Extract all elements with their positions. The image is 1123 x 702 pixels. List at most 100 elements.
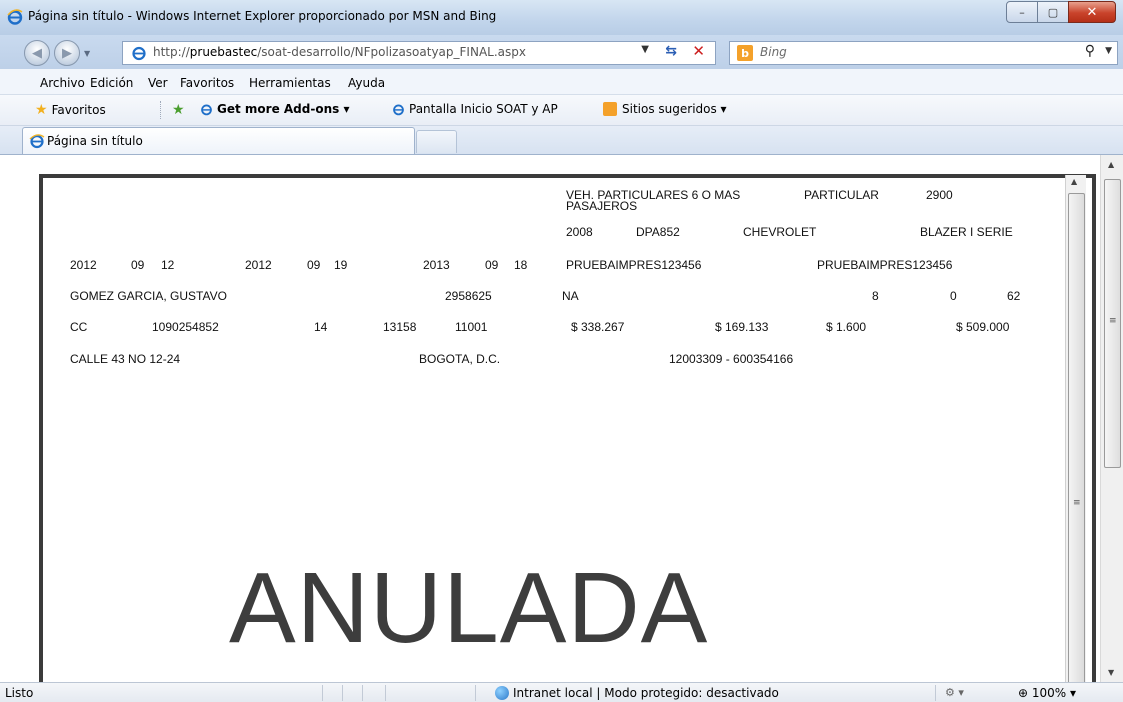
bing-icon: b <box>737 45 753 61</box>
grip-icon: ≡ <box>1109 316 1117 326</box>
end-day: 18 <box>514 258 528 272</box>
start-month: 09 <box>131 258 145 272</box>
doc-type: CC <box>70 320 88 334</box>
sitios-sugeridos-label: Sitios sugeridos ▾ <box>622 102 727 116</box>
maximize-icon: ▢ <box>1047 5 1059 19</box>
issue-year: 2012 <box>245 258 272 272</box>
minimize-icon: – <box>1019 5 1025 19</box>
page-scrollbar[interactable]: ▲ ≡ ▼ <box>1100 155 1123 682</box>
back-button[interactable]: ◀ <box>24 40 50 66</box>
status-divider <box>935 685 936 701</box>
issue-day: 19 <box>334 258 348 272</box>
window-title: Página sin título - Windows Internet Exp… <box>28 9 497 23</box>
page-content: ▲ ≡ VEH. PARTICULARES 6 O MAS PASAJEROS … <box>17 155 1100 682</box>
url-scheme: http:// <box>153 45 190 59</box>
page-scroll-down-icon[interactable]: ▼ <box>1108 668 1114 677</box>
favorites-button[interactable]: ★ Favoritos <box>35 102 106 118</box>
add-to-favorites-bar-button[interactable]: ★ <box>172 102 187 118</box>
status-divider <box>475 685 476 701</box>
contribution-amount: $ 169.133 <box>715 320 769 334</box>
tab-pagina-sin-titulo[interactable]: Página sin título <box>22 127 415 154</box>
status-text: Listo <box>5 686 34 700</box>
protected-mode-icon[interactable]: ⚙ ▾ <box>945 686 964 699</box>
passenger-count: 8 <box>872 289 879 303</box>
holder-phone: 2958625 <box>445 289 492 303</box>
prima-amount: $ 338.267 <box>571 320 625 334</box>
search-placeholder[interactable]: Bing <box>760 45 787 59</box>
menu-favoritos[interactable]: Favoritos <box>180 76 234 90</box>
code-1: 14 <box>314 320 328 334</box>
document-scrollbar[interactable]: ▲ ≡ <box>1065 175 1086 682</box>
status-divider <box>385 685 386 701</box>
menu-herramientas[interactable]: Herramientas <box>249 76 331 90</box>
forward-arrow-icon: ▶ <box>62 45 72 61</box>
menu-archivo[interactable]: Archivo <box>40 76 85 90</box>
refresh-icon[interactable]: ⇆ <box>665 43 677 59</box>
internet-explorer-icon <box>7 9 23 25</box>
zoom-control[interactable]: ⊕ 100% ▾ <box>1018 686 1076 700</box>
close-icon: ✕ <box>1086 4 1098 20</box>
vehicle-brand: CHEVROLET <box>743 225 817 239</box>
search-options-dropdown-icon[interactable]: ▼ <box>1105 46 1112 56</box>
reference-number: 12003309 - 600354166 <box>669 352 794 366</box>
total-amount: $ 509.000 <box>956 320 1010 334</box>
anulada-stamp: ANULADA <box>229 552 709 664</box>
menu-edicion[interactable]: Edición <box>90 76 133 90</box>
pantalla-inicio-link[interactable]: Pantalla Inicio SOAT y AP <box>392 102 558 116</box>
page-scroll-thumb[interactable]: ≡ <box>1104 179 1121 468</box>
suggested-sites-icon <box>603 102 617 116</box>
status-divider <box>362 685 363 701</box>
holder-city: BOGOTA, D.C. <box>419 352 501 366</box>
page-scroll-up-icon[interactable]: ▲ <box>1108 160 1114 169</box>
security-zone[interactable]: Intranet local | Modo protegido: desacti… <box>495 686 779 700</box>
ie-page-icon <box>201 104 212 115</box>
forward-button[interactable]: ▶ <box>54 40 80 66</box>
menu-ver[interactable]: Ver <box>148 76 168 90</box>
tab-label: Página sin título <box>47 134 143 148</box>
close-button[interactable]: ✕ <box>1068 1 1116 23</box>
issue-month: 09 <box>307 258 321 272</box>
code-value: 62 <box>1007 289 1021 303</box>
get-more-addons-label: Get more Add-ons ▾ <box>217 102 350 116</box>
code-3: 11001 <box>455 320 488 334</box>
address-url[interactable]: http://pruebastec/soat-desarrollo/NFpoli… <box>153 45 526 59</box>
pantalla-inicio-label: Pantalla Inicio SOAT y AP <box>409 102 558 116</box>
url-path: /soat-desarrollo/NFpolizasoatyap_FINAL.a… <box>257 45 526 59</box>
end-month: 09 <box>485 258 499 272</box>
ie-window: Página sin título - Windows Internet Exp… <box>0 0 1123 702</box>
chassis-number: PRUEBAIMPRES123456 <box>566 258 702 272</box>
document-scroll-thumb[interactable]: ≡ <box>1068 193 1085 682</box>
maximize-button[interactable]: ▢ <box>1037 1 1069 23</box>
tab-page-icon <box>29 133 45 149</box>
favorites-separator <box>160 101 162 119</box>
holder-address: CALLE 43 NO 12-24 <box>70 352 181 366</box>
service-type: PARTICULAR <box>804 188 879 202</box>
ie-page-icon <box>393 104 404 115</box>
doc-number: 1090254852 <box>152 320 219 334</box>
sitios-sugeridos-link[interactable]: Sitios sugeridos ▾ <box>603 102 727 116</box>
address-row: ◀ ▶ ▼ http://pruebastec/soat-desarrollo/… <box>0 35 1123 69</box>
tasa-amount: $ 1.600 <box>826 320 867 334</box>
motor-number: PRUEBAIMPRES123456 <box>817 258 953 272</box>
status-bar: Listo Intranet local | Modo protegido: d… <box>0 682 1123 702</box>
menu-ayuda[interactable]: Ayuda <box>348 76 385 90</box>
address-bar[interactable]: http://pruebastec/soat-desarrollo/NFpoli… <box>122 41 716 65</box>
get-more-addons-link[interactable]: Get more Add-ons ▾ <box>200 102 349 116</box>
address-dropdown-icon[interactable]: ▼ <box>641 44 649 55</box>
holder-name: GOMEZ GARCIA, GUSTAVO <box>70 289 227 303</box>
zoom-level: 100% <box>1031 686 1067 700</box>
code-2: 13158 <box>383 320 417 334</box>
new-tab-button[interactable] <box>416 130 457 153</box>
page-icon <box>131 45 147 61</box>
search-box[interactable]: b Bing ⚲ ▼ <box>729 41 1118 65</box>
vehicle-plate: DPA852 <box>636 225 680 239</box>
tab-row: Página sin título <box>0 126 1123 155</box>
history-dropdown-icon[interactable]: ▼ <box>84 49 90 58</box>
stop-icon[interactable]: ✕ <box>692 42 705 60</box>
search-icon[interactable]: ⚲ <box>1085 43 1095 59</box>
status-divider <box>322 685 323 701</box>
minimize-button[interactable]: – <box>1006 1 1038 23</box>
start-day: 12 <box>161 258 175 272</box>
scroll-up-icon[interactable]: ▲ <box>1071 177 1077 186</box>
vehicle-model: 2008 <box>566 225 593 239</box>
